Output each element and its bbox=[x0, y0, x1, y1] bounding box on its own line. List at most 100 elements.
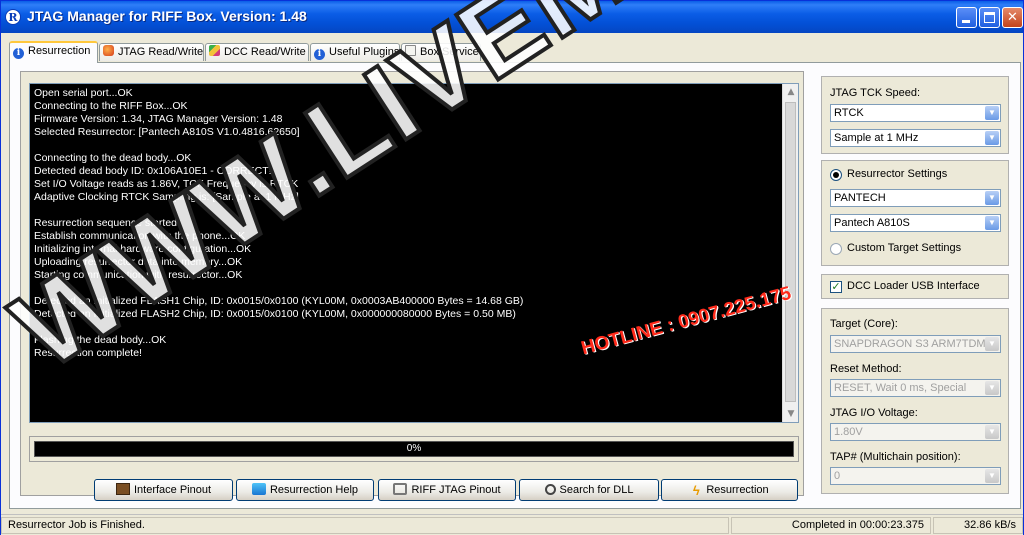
tab-label: Useful Plugins bbox=[329, 46, 400, 58]
scroll-thumb[interactable] bbox=[785, 102, 796, 402]
log-line: Connecting to the RIFF Box...OK bbox=[34, 100, 188, 112]
dcc-loader-label: DCC Loader USB Interface bbox=[847, 280, 980, 292]
target-core-dropdown[interactable]: SNAPDRAGON S3 ARM7TDMI ▼ bbox=[830, 335, 1001, 353]
title-bar[interactable]: R JTAG Manager for RIFF Box. Version: 1.… bbox=[1, 1, 1023, 33]
tck-speed-value: RTCK bbox=[834, 107, 864, 119]
chevron-down-icon[interactable]: ▼ bbox=[985, 381, 999, 395]
resurrector-settings-radio[interactable] bbox=[830, 169, 842, 181]
chevron-down-icon[interactable]: ▼ bbox=[985, 337, 999, 351]
custom-target-label: Custom Target Settings bbox=[847, 242, 962, 254]
target-core-label: Target (Core): bbox=[830, 318, 898, 330]
resurrection-button[interactable]: ϟ Resurrection bbox=[661, 479, 798, 501]
reset-method-label: Reset Method: bbox=[830, 363, 902, 375]
tab-label: Resurrection bbox=[28, 45, 91, 57]
model-value: Pantech A810S bbox=[834, 217, 910, 229]
sampling-dropdown[interactable]: Sample at 1 MHz ▼ bbox=[830, 129, 1001, 147]
button-label: Search for DLL bbox=[559, 484, 634, 496]
button-label: Interface Pinout bbox=[133, 484, 212, 496]
stack-icon bbox=[209, 45, 220, 56]
tab-useful-plugins[interactable]: i Useful Plugins bbox=[310, 43, 400, 61]
tap-dropdown[interactable]: 0 ▼ bbox=[830, 467, 1001, 485]
progress-label: 0% bbox=[406, 443, 422, 454]
lightning-icon: ϟ bbox=[692, 483, 700, 498]
log-line: Establish communication with the phone..… bbox=[34, 230, 246, 242]
log-line: Firmware Version: 1.34, JTAG Manager Ver… bbox=[34, 113, 283, 125]
log-line: Selected Resurrector: [Pantech A810S V1.… bbox=[34, 126, 300, 138]
riff-app-icon: R bbox=[5, 9, 21, 25]
target-core-value: SNAPDRAGON S3 ARM7TDMI bbox=[834, 338, 989, 350]
log-group: Open serial port...OK Connecting to the R… bbox=[20, 71, 804, 496]
chip-icon bbox=[115, 483, 130, 495]
log-line: Detected an Initialized FLASH1 Chip, ID:… bbox=[34, 295, 524, 307]
log-scrollbar[interactable]: ▲ ▼ bbox=[782, 84, 798, 422]
progress-bar: 0% bbox=[34, 441, 794, 457]
search-icon bbox=[544, 484, 556, 495]
resurrection-help-button[interactable]: Resurrection Help bbox=[236, 479, 374, 501]
tap-label: TAP# (Multichain position): bbox=[830, 451, 961, 463]
scroll-up-icon[interactable]: ▲ bbox=[783, 84, 799, 100]
log-blank-line bbox=[34, 282, 772, 295]
io-voltage-dropdown[interactable]: 1.80V ▼ bbox=[830, 423, 1001, 441]
log-line: Initializing internal hardware configura… bbox=[34, 243, 252, 255]
log-console[interactable]: Open serial port...OK Connecting to the R… bbox=[29, 83, 799, 423]
log-line: Detected an Initialized FLASH2 Chip, ID:… bbox=[34, 308, 516, 320]
manufacturer-dropdown[interactable]: PANTECH ▼ bbox=[830, 189, 1001, 207]
box-icon bbox=[405, 45, 416, 56]
tab-label: DCC Read/Write bbox=[224, 46, 306, 58]
minimize-button[interactable] bbox=[956, 7, 977, 28]
tap-value: 0 bbox=[834, 470, 841, 482]
riff-jtag-pinout-button[interactable]: RIFF JTAG Pinout bbox=[378, 479, 516, 501]
manufacturer-value: PANTECH bbox=[834, 192, 886, 204]
chevron-down-icon[interactable]: ▼ bbox=[985, 469, 999, 483]
reset-method-dropdown[interactable]: RESET, Wait 0 ms, Special ▼ bbox=[830, 379, 1001, 397]
log-line: Flashing the dead body...OK bbox=[34, 334, 167, 346]
status-elapsed: Completed in 00:00:23.375 bbox=[731, 517, 931, 534]
log-line: Set I/O Voltage reads as 1.86V, TCK Freq… bbox=[34, 178, 299, 190]
tab-box-service[interactable]: Box Service bbox=[401, 43, 481, 61]
tab-jtag-read-write[interactable]: JTAG Read/Write bbox=[99, 43, 204, 61]
sampling-value: Sample at 1 MHz bbox=[834, 132, 919, 144]
chevron-down-icon[interactable]: ▼ bbox=[985, 106, 999, 120]
button-label: Resurrection Help bbox=[269, 484, 359, 496]
tck-speed-group: JTAG TCK Speed: RTCK ▼ Sample at 1 MHz ▼ bbox=[821, 76, 1009, 154]
chevron-down-icon[interactable]: ▼ bbox=[985, 131, 999, 145]
log-line: Resurrection sequence started. bbox=[34, 217, 180, 229]
maximize-button[interactable] bbox=[979, 7, 1000, 28]
reset-method-value: RESET, Wait 0 ms, Special bbox=[834, 382, 967, 394]
search-for-dll-button[interactable]: Search for DLL bbox=[519, 479, 659, 501]
log-blank-line bbox=[34, 139, 772, 152]
app-window: R JTAG Manager for RIFF Box. Version: 1.… bbox=[0, 0, 1024, 535]
resurrector-settings-label: Resurrector Settings bbox=[847, 168, 948, 180]
target-group: Target (Core): SNAPDRAGON S3 ARM7TDMI ▼ … bbox=[821, 308, 1009, 494]
info-icon: i bbox=[13, 48, 24, 59]
io-voltage-value: 1.80V bbox=[834, 426, 863, 438]
log-text: Open serial port...OK Connecting to the R… bbox=[34, 87, 772, 420]
dcc-loader-checkbox[interactable]: ✓ bbox=[830, 281, 842, 293]
button-label: Resurrection bbox=[706, 484, 769, 496]
tck-speed-dropdown[interactable]: RTCK ▼ bbox=[830, 104, 1001, 122]
log-blank-line bbox=[34, 204, 772, 217]
tab-resurrection[interactable]: i Resurrection bbox=[9, 41, 98, 63]
resurrection-panel: Open serial port...OK Connecting to the R… bbox=[9, 62, 1021, 509]
custom-target-radio[interactable] bbox=[830, 243, 842, 255]
chevron-down-icon[interactable]: ▼ bbox=[985, 425, 999, 439]
tab-dcc-read-write[interactable]: DCC Read/Write bbox=[205, 43, 309, 61]
tab-label: JTAG Read/Write bbox=[118, 46, 204, 58]
info-icon: i bbox=[314, 49, 325, 60]
status-bar: Resurrector Job is Finished. Completed i… bbox=[1, 514, 1023, 535]
interface-pinout-button[interactable]: Interface Pinout bbox=[94, 479, 233, 501]
help-book-icon bbox=[251, 483, 266, 495]
log-line: Resurrection complete! bbox=[34, 347, 142, 359]
log-line: Uploading resurrector data into memory..… bbox=[34, 256, 243, 268]
progress-group: 0% bbox=[29, 436, 799, 462]
model-dropdown[interactable]: Pantech A810S ▼ bbox=[830, 214, 1001, 232]
status-speed: 32.86 kB/s bbox=[933, 517, 1023, 534]
scroll-down-icon[interactable]: ▼ bbox=[783, 406, 799, 422]
log-blank-line bbox=[34, 321, 772, 334]
close-button[interactable]: ✕ bbox=[1002, 7, 1023, 28]
log-line: Starting communication with resurrector.… bbox=[34, 269, 243, 281]
close-icon: ✕ bbox=[1007, 10, 1018, 25]
chevron-down-icon[interactable]: ▼ bbox=[985, 191, 999, 205]
chevron-down-icon[interactable]: ▼ bbox=[985, 216, 999, 230]
log-line: Open serial port...OK bbox=[34, 87, 133, 99]
